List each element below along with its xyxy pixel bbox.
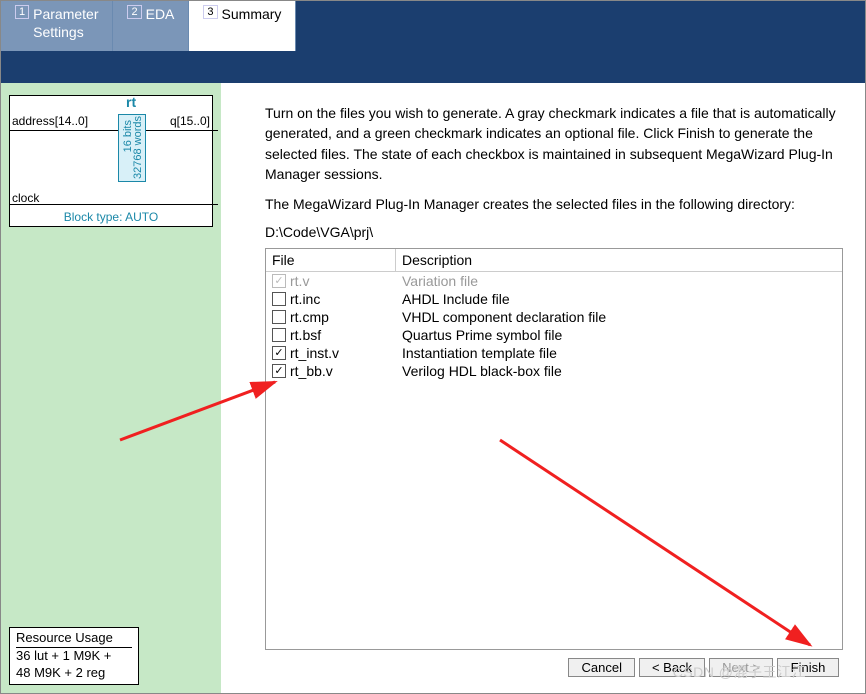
tab-eda[interactable]: 2 EDA xyxy=(113,1,189,51)
next-button: Next > xyxy=(709,658,773,677)
cancel-button[interactable]: Cancel xyxy=(568,658,634,677)
file-name: rt.bsf xyxy=(290,327,321,343)
file-checkbox[interactable]: ✓ xyxy=(272,364,286,378)
file-checkbox[interactable] xyxy=(272,292,286,306)
resource-usage: Resource Usage 36 lut + 1 M9K + 48 M9K +… xyxy=(9,627,139,685)
finish-button[interactable]: Finish xyxy=(777,658,839,677)
table-row: ✓ rt_inst.v Instantiation template file xyxy=(266,344,842,362)
file-table: File Description ✓rt.vVariation filert.i… xyxy=(265,248,843,650)
back-button[interactable]: < Back xyxy=(639,658,705,677)
tab-parameter-settings[interactable]: 1 Parameter Settings xyxy=(1,1,113,51)
file-checkbox[interactable] xyxy=(272,328,286,342)
table-row: rt.bsf Quartus Prime symbol file xyxy=(266,326,842,344)
file-name: rt.cmp xyxy=(290,309,329,325)
table-row: ✓ rt.v Variation file xyxy=(266,272,842,290)
output-directory: D:\Code\VGA\prj\ xyxy=(265,224,843,240)
file-description: Variation file xyxy=(396,273,842,289)
block-diagram: rt address[14..0] q[15..0] clock 16 bits… xyxy=(9,95,213,227)
right-panel: Turn on the files you wish to generate. … xyxy=(221,83,865,693)
file-name: rt_inst.v xyxy=(290,345,339,361)
file-name: rt_bb.v xyxy=(290,363,333,379)
file-name: rt.v xyxy=(290,273,309,289)
file-description: Instantiation template file xyxy=(396,345,842,361)
button-bar: Cancel < Back Next > Finish xyxy=(265,650,843,681)
file-description: Verilog HDL black-box file xyxy=(396,363,842,379)
tab-summary[interactable]: 3 Summary xyxy=(189,1,296,51)
file-checkbox[interactable] xyxy=(272,310,286,324)
file-description: VHDL component declaration file xyxy=(396,309,842,325)
file-checkbox: ✓ xyxy=(272,274,286,288)
file-description: Quartus Prime symbol file xyxy=(396,327,842,343)
table-row: rt.cmp VHDL component declaration file xyxy=(266,308,842,326)
tab-bar: 1 Parameter Settings 2 EDA 3 Summary xyxy=(1,1,865,51)
file-name: rt.inc xyxy=(290,291,320,307)
table-row: rt.inc AHDL Include file xyxy=(266,290,842,308)
file-description: AHDL Include file xyxy=(396,291,842,307)
left-panel: rt address[14..0] q[15..0] clock 16 bits… xyxy=(1,83,221,693)
instructions-2: The MegaWizard Plug-In Manager creates t… xyxy=(265,194,843,214)
file-checkbox[interactable]: ✓ xyxy=(272,346,286,360)
instructions-1: Turn on the files you wish to generate. … xyxy=(265,103,843,184)
table-header: File Description xyxy=(266,249,842,272)
table-row: ✓ rt_bb.v Verilog HDL black-box file xyxy=(266,362,842,380)
